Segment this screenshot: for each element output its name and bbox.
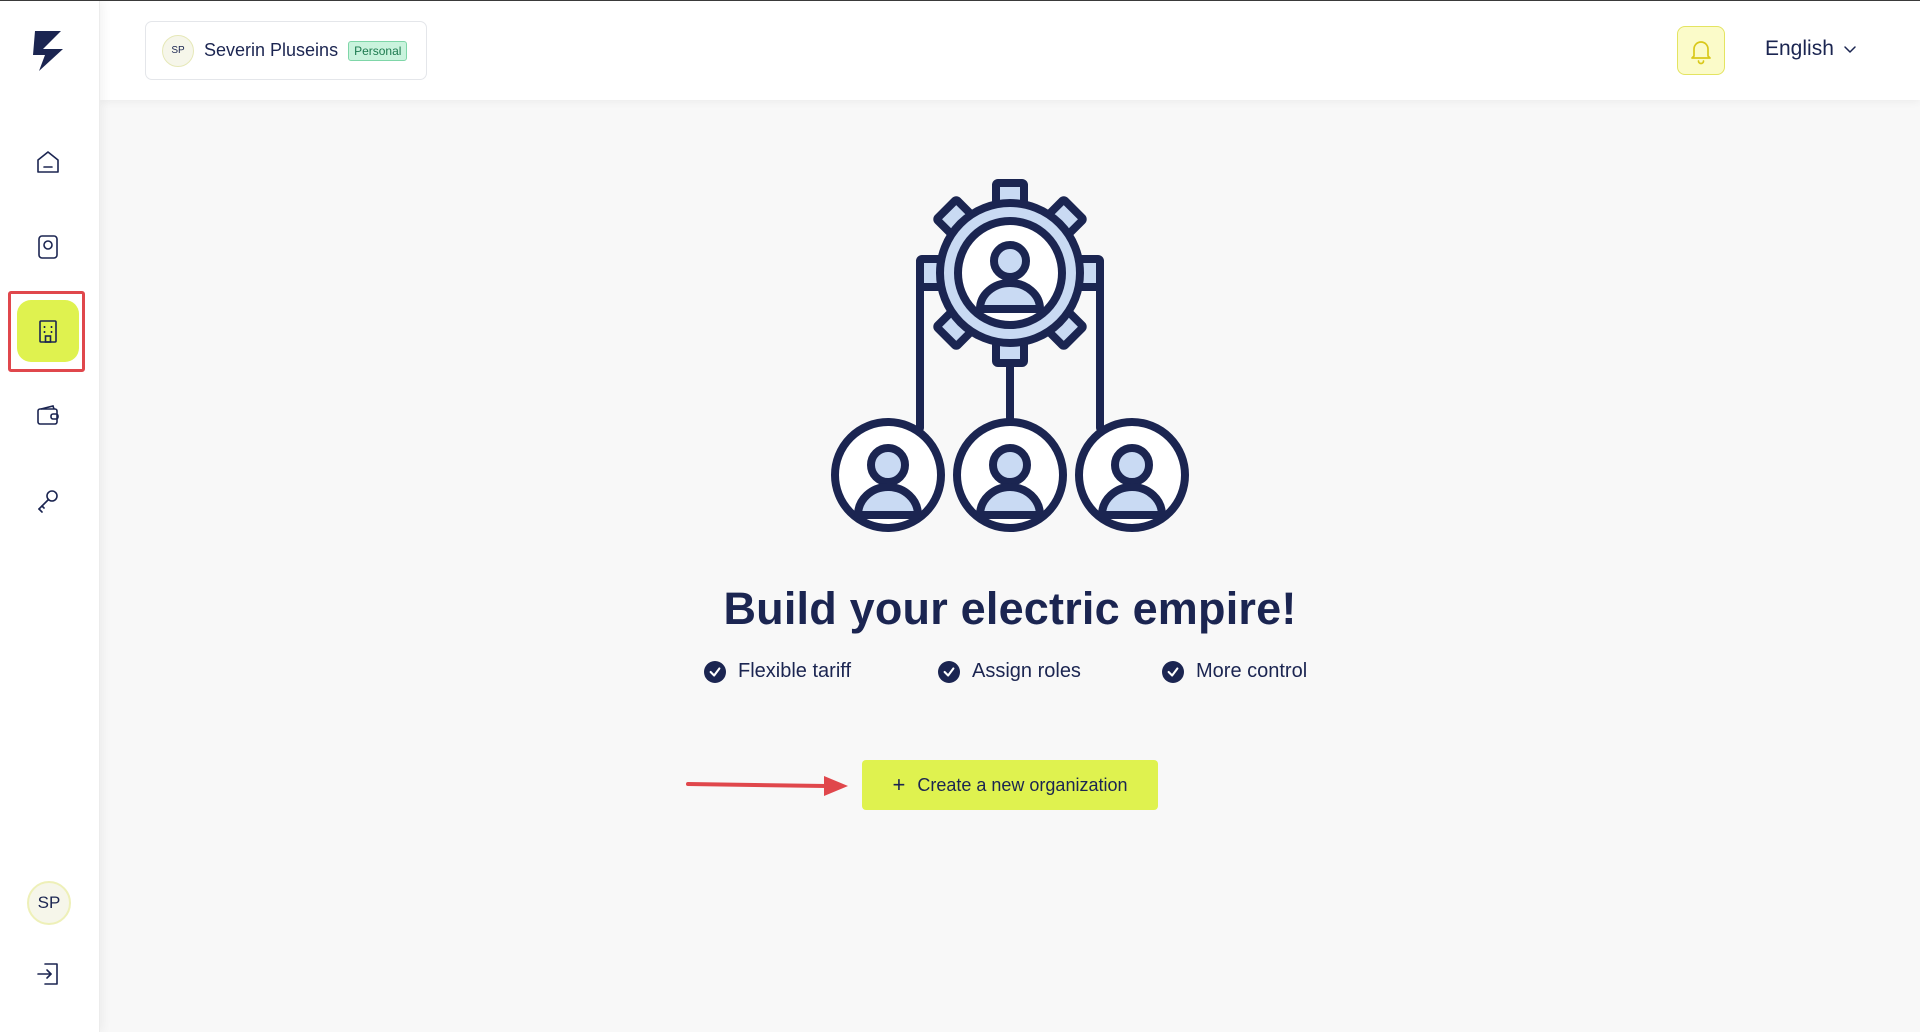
check-circle-icon [938,660,960,683]
account-switcher[interactable]: SP Severin Pluseins Personal [145,21,427,80]
feature-item: More control [1162,660,1307,683]
feature-label: Flexible tariff [738,660,852,682]
account-avatar: SP [162,34,194,67]
sidebar-item-home[interactable] [17,131,79,193]
account-initials: SP [171,45,185,56]
key-icon [38,490,58,513]
logout-icon [37,963,58,985]
sidebar-item-wallet[interactable] [17,385,79,447]
page-title: Build your electric empire! [723,583,1297,634]
account-type-badge: Personal [348,40,408,61]
charger-icon [38,235,58,259]
wallet-icon [37,405,59,425]
language-label: English [1765,37,1834,60]
building-icon [39,320,57,343]
feature-item: Flexible tariff [704,660,851,683]
sidebar-item-keys[interactable] [17,470,79,532]
sidebar: SP [0,1,100,1032]
check-circle-icon [1162,660,1184,683]
sidebar-item-chargers[interactable] [17,216,79,278]
create-organization-button[interactable]: + Create a new organization [862,760,1158,810]
organization-gear-icon [831,179,1189,532]
language-selector[interactable]: English [1765,37,1858,61]
feature-label: Assign roles [972,660,1081,682]
arrow-annotation-icon [686,776,848,796]
create-organization-label: Create a new organization [917,774,1128,795]
check-circle-icon [704,660,726,683]
top-header: SP Severin Pluseins Personal English [100,1,1920,100]
sidebar-item-organizations[interactable] [17,300,79,362]
feature-item: Assign roles [938,660,1081,683]
bell-icon [1691,40,1711,64]
feature-label: More control [1196,660,1308,682]
user-avatar[interactable]: SP [27,881,71,925]
home-icon [37,151,59,173]
window-top-border [0,0,1920,1]
chevron-down-icon [1844,46,1856,53]
user-initials: SP [37,893,61,912]
notifications-button[interactable] [1677,26,1725,75]
account-name: Severin Pluseins [204,40,339,60]
plus-icon: + [892,772,906,797]
logout-button[interactable] [31,956,67,992]
app-logo[interactable] [29,29,69,73]
